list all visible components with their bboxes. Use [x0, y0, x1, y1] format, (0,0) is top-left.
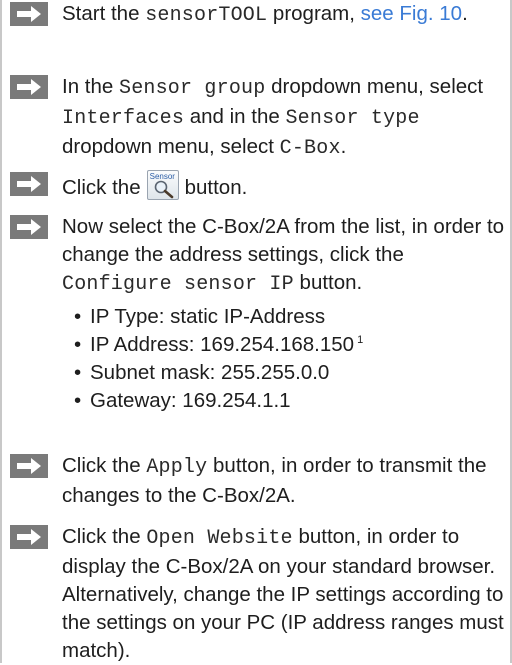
figure-link[interactable]: see Fig. 10: [361, 2, 462, 25]
list-item: IP Type: static IP-Address: [72, 303, 508, 331]
ip-type-setting: IP Type: static IP-Address: [90, 305, 326, 328]
instruction-step-4: Now select the C-Box/2A from the list, i…: [10, 213, 508, 415]
list-item: Gateway: 169.254.1.1: [72, 387, 508, 415]
step-2-text: In the Sensor group dropdown menu, selec…: [62, 73, 508, 163]
page-left-border: [0, 0, 2, 663]
subnet-mask-setting: Subnet mask: 255.255.0.0: [90, 361, 330, 384]
step-2-text-e: .: [340, 135, 347, 158]
step-2-text-b: dropdown menu, select: [265, 75, 484, 98]
instruction-step-1: Start the sensorTOOL program, see Fig. 1…: [10, 0, 508, 30]
magnifier-icon: [154, 180, 173, 199]
step-3-text-start: Click the: [62, 176, 141, 199]
step-4-text: Now select the C-Box/2A from the list, i…: [62, 213, 508, 415]
right-arrow-icon: [10, 454, 48, 478]
right-arrow-icon: [10, 172, 48, 196]
step-6-text: Click the Open Website button, in or­der…: [62, 523, 508, 665]
step-3-text: Click the Sensor button.: [62, 170, 508, 202]
footnote-marker: 1: [357, 334, 364, 346]
instruction-step-6: Click the Open Website button, in or­der…: [10, 523, 508, 665]
apply-button-name: Apply: [146, 456, 208, 479]
right-arrow-icon: [10, 2, 48, 26]
program-name: sensorTOOL: [145, 4, 268, 27]
step-5-text: Click the Apply button, in order to tran…: [62, 452, 508, 510]
ip-address-setting: IP Address: 169.254.168.150: [90, 333, 355, 356]
step-2-text-d: dropdown menu, select: [62, 135, 280, 158]
instruction-step-3: Click the Sensor button.: [10, 170, 508, 202]
sensor-group-menu-name: Sensor group: [119, 77, 266, 100]
sensor-search-button[interactable]: Sensor: [146, 170, 179, 200]
configure-sensor-ip-button-name: Configure sensor IP: [62, 273, 294, 296]
c-box-option: C-Box: [279, 137, 341, 160]
step-1-text: Start the sensorTOOL program, see Fig. 1…: [62, 0, 508, 30]
step-1-text-end: .: [462, 2, 468, 25]
right-arrow-icon: [10, 75, 48, 99]
interfaces-option: Interfaces: [62, 107, 185, 130]
step-6-text-start: Click the: [62, 525, 147, 548]
right-arrow-icon: [10, 525, 48, 549]
sensor-type-menu-name: Sensor type: [285, 107, 420, 130]
right-arrow-icon: [10, 215, 48, 239]
list-item: Subnet mask: 255.255.0.0: [72, 359, 508, 387]
gateway-setting: Gateway: 169.254.1.1: [90, 389, 291, 412]
step-3-text-end: button.: [184, 176, 248, 199]
step-5-text-start: Click the: [62, 454, 147, 477]
list-item: IP Address: 169.254.168.1501: [72, 331, 508, 359]
step-2-text-a: In the: [62, 75, 119, 98]
step-2-text-c: and in the: [184, 105, 286, 128]
ip-settings-list: IP Type: static IP-Address IP Address: 1…: [62, 303, 508, 415]
step-4-text-end: button.: [293, 271, 363, 294]
instruction-step-2: In the Sensor group dropdown menu, selec…: [10, 73, 508, 163]
open-website-button-name: Open Website: [146, 527, 293, 550]
step-4-text-start: Now select the C-Box/2A from the list, i…: [62, 215, 505, 266]
step-1-text-mid: program,: [267, 2, 361, 25]
instruction-step-5: Click the Apply button, in order to tran…: [10, 452, 508, 510]
step-1-text-start: Start the: [62, 2, 146, 25]
